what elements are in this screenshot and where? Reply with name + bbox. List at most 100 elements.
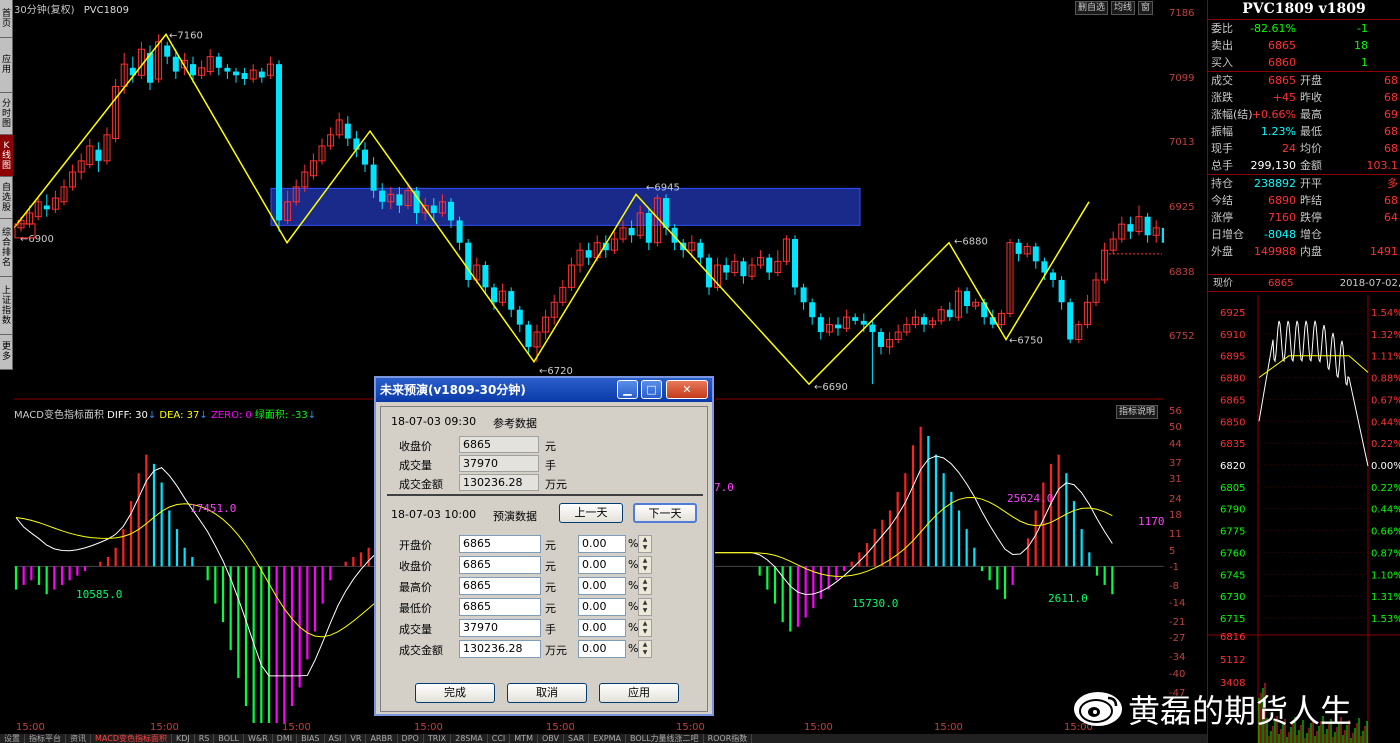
spinner-icon[interactable]: ▲ ▼ — [638, 556, 652, 574]
pred-row-pct-input[interactable]: 0.00 — [578, 640, 626, 658]
apply-button[interactable]: 应用 — [599, 683, 679, 703]
pct-sign: % — [628, 621, 639, 634]
candle — [800, 283, 807, 310]
indicator-tab[interactable]: 28SMA — [451, 734, 488, 743]
pred-row-pct-input[interactable]: 0.00 — [578, 598, 626, 616]
area-label: 7.0 — [714, 481, 734, 494]
minimize-icon[interactable]: ▁ — [617, 380, 638, 399]
left-nav-2[interactable]: 分时图 — [0, 93, 13, 135]
indicator-tab[interactable]: VR — [346, 734, 367, 743]
candle — [1050, 268, 1056, 288]
spinner-icon[interactable]: ▲ ▼ — [638, 598, 652, 616]
left-nav-4[interactable]: 自选股 — [0, 177, 13, 219]
candle — [954, 287, 962, 321]
quote-value2: -1 — [1357, 22, 1368, 35]
indicator-tab[interactable]: 设置 — [0, 734, 25, 743]
indicator-tab[interactable]: KDJ — [172, 734, 195, 743]
indicator-tab[interactable]: 指标平台 — [25, 734, 66, 743]
indicator-tab[interactable]: MACD变色指标面积 — [91, 734, 172, 743]
quote-value: 299,130 — [1250, 159, 1297, 172]
pred-row-input[interactable]: 130236.28 — [459, 640, 541, 658]
candle — [766, 253, 773, 280]
weibo-icon — [1074, 692, 1122, 726]
finish-button[interactable]: 完成 — [415, 683, 495, 703]
indicator-tab[interactable]: DMI — [273, 734, 298, 743]
candle — [911, 309, 919, 329]
indicator-tab[interactable]: TRIX — [424, 734, 452, 743]
pred-row-pct-input[interactable]: 0.00 — [578, 535, 626, 553]
spinner-icon[interactable]: ▲ ▼ — [638, 577, 652, 595]
indicator-tab[interactable]: SAR — [564, 734, 590, 743]
indicator-tab[interactable]: MTM — [510, 734, 538, 743]
pred-row-input[interactable]: 6865 — [459, 556, 541, 574]
tick-price-label: 6835 — [1220, 439, 1245, 450]
cancel-button[interactable]: 取消 — [507, 683, 587, 703]
y-tick-label: 6925 — [1169, 202, 1195, 214]
candle — [997, 309, 1005, 329]
area-label: 15730.0 — [852, 597, 898, 610]
indicator-tab[interactable]: DPO — [398, 734, 424, 743]
candle — [69, 164, 77, 191]
pred-row-pct-input[interactable]: 0.00 — [578, 556, 626, 574]
quote-value2: 68 — [1384, 74, 1398, 87]
tick-price-label: 6775 — [1220, 527, 1245, 538]
kline-chart[interactable]: ←7160←6900←6945←6720←6690←6880←6750 — [14, 0, 1164, 400]
indicator-tab[interactable]: ASI — [325, 734, 347, 743]
indicator-tab[interactable]: BOLL — [214, 734, 244, 743]
pred-row-input[interactable]: 37970 — [459, 619, 541, 637]
indicator-tab[interactable]: EXPMA — [589, 734, 626, 743]
left-nav-3[interactable]: K线图 — [0, 135, 13, 177]
spinner-icon[interactable]: ▲ ▼ — [638, 619, 652, 637]
quote-value2: 68 — [1384, 91, 1398, 104]
pred-row-pct-input[interactable]: 0.00 — [578, 577, 626, 595]
left-nav-5[interactable]: 综合排名 — [0, 219, 13, 277]
candle — [697, 239, 704, 266]
candle — [473, 257, 481, 284]
indicator-tab[interactable]: ARBR — [366, 734, 398, 743]
pred-row-pct-input[interactable]: 0.00 — [578, 619, 626, 637]
indicator-tabs: 设置 指标平台 资讯 MACD变色指标面积 KDJ RS BOLL W&R DMI BIAS ASI… — [0, 734, 1207, 743]
candle — [516, 305, 523, 333]
candle — [241, 67, 248, 85]
candle — [1118, 216, 1126, 243]
candle — [344, 116, 351, 146]
ref-row-unit: 元 — [545, 440, 556, 453]
indicator-tab[interactable]: OBV — [538, 734, 564, 743]
quote-key: 卖出 — [1211, 39, 1233, 52]
spinner-icon[interactable]: ▲ ▼ — [638, 535, 652, 553]
left-nav-6[interactable]: 上证指数 — [0, 277, 13, 335]
left-nav-7[interactable]: 更多 — [0, 335, 13, 370]
pred-row-input[interactable]: 6865 — [459, 577, 541, 595]
maximize-icon[interactable]: □ — [641, 380, 662, 399]
divider — [387, 494, 703, 496]
candle — [740, 257, 747, 284]
close-icon[interactable]: ✕ — [666, 380, 708, 399]
indicator-tab[interactable]: BIAS — [297, 734, 325, 743]
indicator-tab[interactable]: RS — [195, 734, 215, 743]
indicator-tab[interactable]: BOLL力量线涨二吧 — [626, 734, 704, 743]
left-nav-0[interactable]: 首页 — [0, 0, 13, 38]
tick-price: 6865 — [1268, 278, 1294, 289]
quote-row: 总手 299,130 金额 103.1 — [1208, 157, 1400, 174]
ref-row-value: 130236.28 — [459, 474, 539, 491]
indicator-tab[interactable]: CCI — [488, 734, 511, 743]
pred-row-input[interactable]: 6865 — [459, 535, 541, 553]
indicator-tab[interactable]: ROOR指数 — [704, 734, 753, 743]
dialog-titlebar[interactable]: 未来预演(v1809-30分钟) ▁ □ ✕ — [376, 378, 712, 402]
candle — [137, 41, 145, 80]
dialog-title: 未来预演(v1809-30分钟) — [380, 383, 526, 397]
spinner-icon[interactable]: ▲ ▼ — [638, 640, 652, 658]
quote-panel: PVC1809 v1809 委比 -82.61% -1 卖出 6865 18 买入 6860 1… — [1207, 0, 1400, 743]
quote-key2: 昨结 — [1300, 194, 1322, 207]
pred-row-input[interactable]: 6865 — [459, 598, 541, 616]
next-day-button[interactable]: 下一天 — [633, 503, 697, 523]
indicator-tab[interactable]: W&R — [244, 734, 273, 743]
pct-sign: % — [628, 558, 639, 571]
left-nav-1[interactable]: 应用 — [0, 38, 13, 93]
prev-day-button[interactable]: 上一天 — [559, 503, 623, 523]
intraday-chart[interactable]: 6925 1.54% 6910 1.32% 6895 1.11% 6880 0.88% 6865… — [1208, 295, 1400, 743]
indicator-tab[interactable]: 资讯 — [66, 734, 91, 743]
price-annotation: ←6880 — [954, 237, 988, 248]
candle — [86, 138, 94, 169]
x-tick-label: 15:00 — [16, 722, 45, 733]
